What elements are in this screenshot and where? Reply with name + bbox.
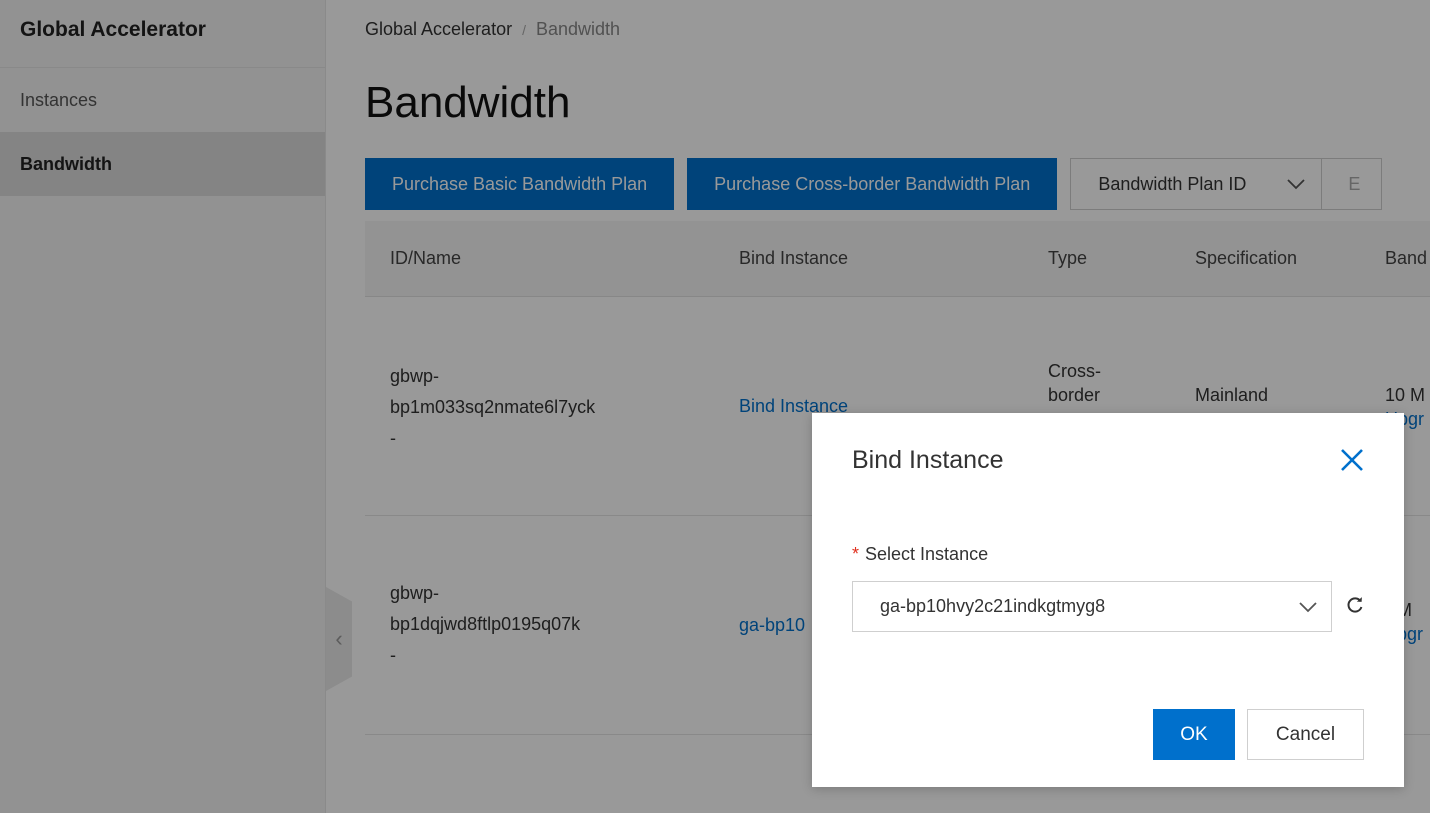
bind-instance-dialog: Bind Instance * Select Instance ga-bp10hv… xyxy=(812,413,1404,787)
refresh-icon[interactable] xyxy=(1345,595,1365,615)
select-instance-label: * Select Instance xyxy=(852,544,988,565)
cancel-button[interactable]: Cancel xyxy=(1247,709,1364,760)
select-instance-label-text: Select Instance xyxy=(865,544,989,564)
ok-button[interactable]: OK xyxy=(1153,709,1235,760)
chevron-down-icon xyxy=(1299,602,1317,613)
instance-select[interactable]: ga-bp10hvy2c21indkgtmyg8 xyxy=(852,581,1332,632)
instance-select-value: ga-bp10hvy2c21indkgtmyg8 xyxy=(880,596,1106,616)
close-icon[interactable] xyxy=(1339,447,1365,473)
required-asterisk: * xyxy=(852,544,860,564)
dialog-title: Bind Instance xyxy=(852,446,1004,474)
